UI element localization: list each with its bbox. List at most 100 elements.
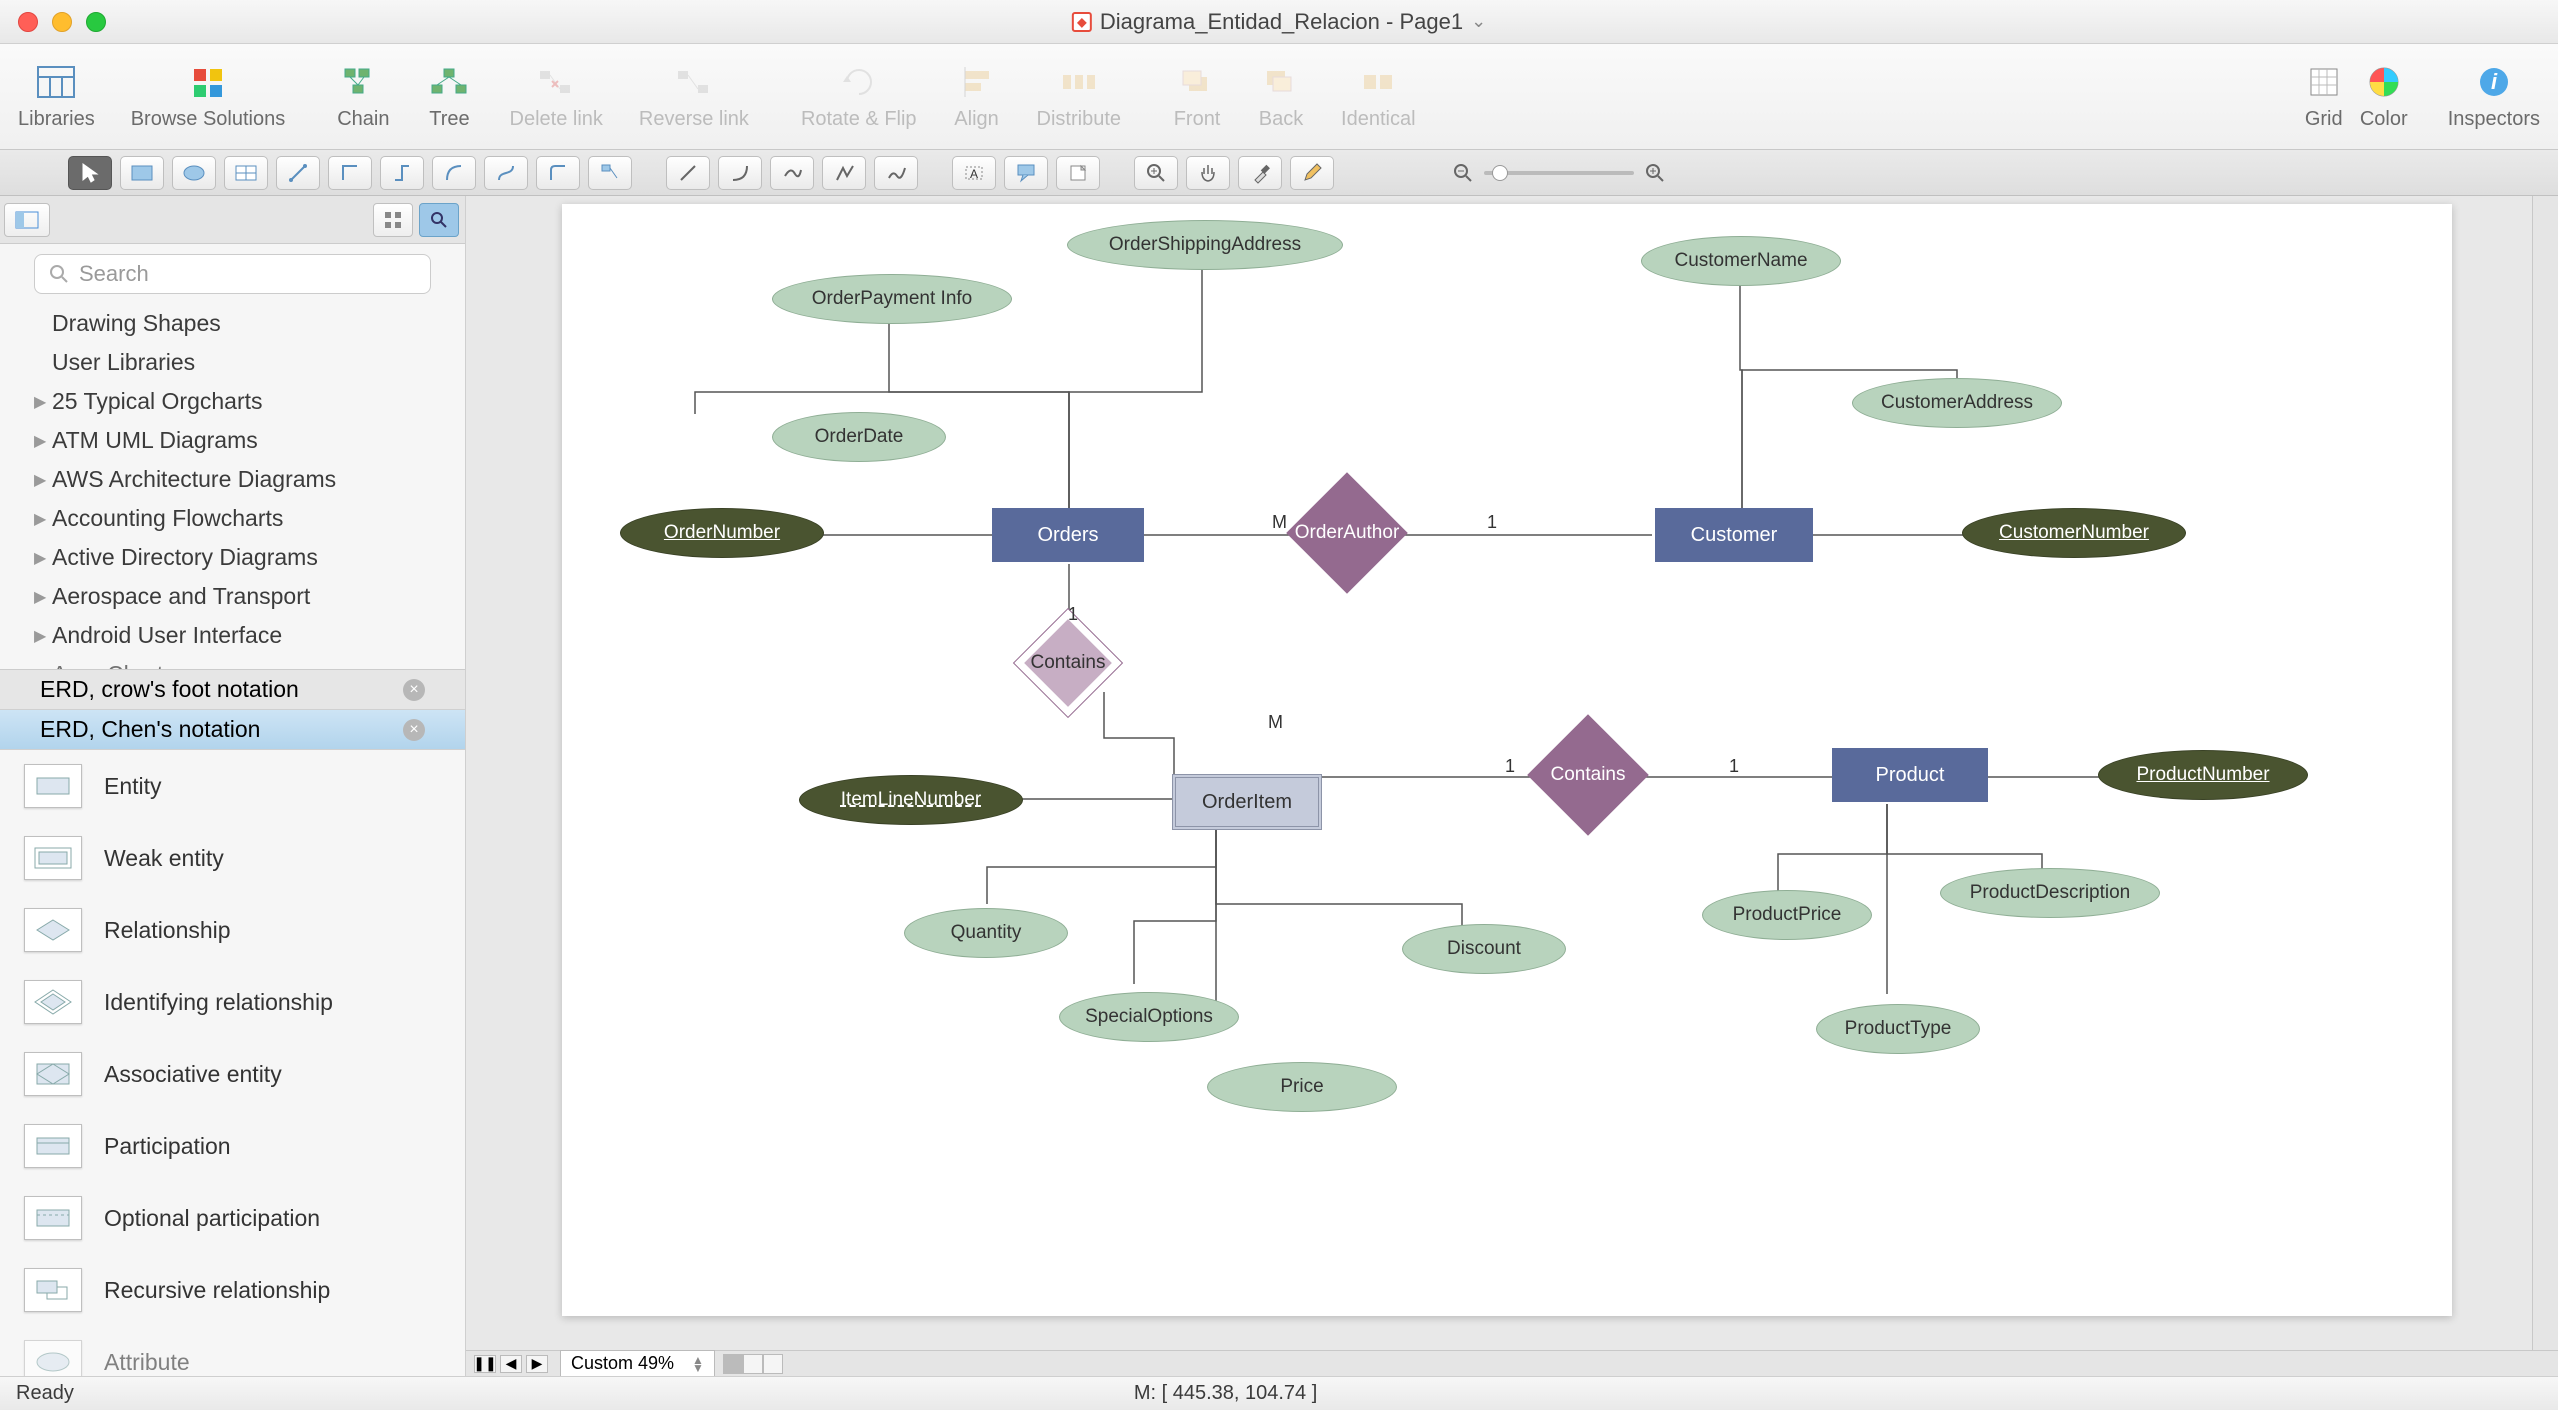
shape-optional-participation[interactable]: Optional participation xyxy=(0,1182,465,1254)
libraries-button[interactable]: Libraries xyxy=(12,62,101,131)
delete-link-button[interactable]: Delete link xyxy=(504,62,609,131)
chain-button[interactable]: Chain xyxy=(331,62,395,131)
shape-attribute[interactable]: Attribute xyxy=(0,1326,465,1376)
connector-direct-tool[interactable] xyxy=(276,156,320,190)
attr-orderdate[interactable]: OrderDate xyxy=(772,412,946,462)
zoom-track[interactable] xyxy=(1484,171,1634,175)
zoom-slider[interactable] xyxy=(1452,162,1666,184)
search-view-button[interactable] xyxy=(419,203,459,237)
browse-solutions-button[interactable]: Browse Solutions xyxy=(125,62,292,131)
close-window-button[interactable] xyxy=(18,12,38,32)
grid-button[interactable]: Grid xyxy=(2294,62,2354,131)
back-button[interactable]: Back xyxy=(1251,62,1311,131)
lib-item[interactable]: ▶AWS Architecture Diagrams xyxy=(0,460,465,499)
rect-tool[interactable] xyxy=(120,156,164,190)
shape-weak-entity[interactable]: Weak entity xyxy=(0,822,465,894)
shape-identifying-relationship[interactable]: Identifying relationship xyxy=(0,966,465,1038)
keyattr-productnumber[interactable]: ProductNumber xyxy=(2098,750,2308,800)
edit-tool[interactable] xyxy=(1290,156,1334,190)
lib-item[interactable]: Drawing Shapes xyxy=(0,304,465,343)
arc-tool[interactable] xyxy=(718,156,762,190)
attr-customeraddress[interactable]: CustomerAddress xyxy=(1852,378,2062,428)
attr-ordershipping[interactable]: OrderShippingAddress xyxy=(1067,220,1343,270)
lib-item[interactable]: User Libraries xyxy=(0,343,465,382)
shape-recursive[interactable]: Recursive relationship xyxy=(0,1254,465,1326)
attr-productprice[interactable]: ProductPrice xyxy=(1702,890,1872,940)
attr-productdesc[interactable]: ProductDescription xyxy=(1940,868,2160,918)
connector-s-tool[interactable] xyxy=(484,156,528,190)
attr-orderpayment[interactable]: OrderPayment Info xyxy=(772,274,1012,324)
color-button[interactable]: Color xyxy=(2354,62,2414,131)
freehand-tool[interactable] xyxy=(874,156,918,190)
zoom-in-tool[interactable] xyxy=(1134,156,1178,190)
line-tool[interactable] xyxy=(666,156,710,190)
keyattr-itemlinenumber[interactable]: ItemLineNumber xyxy=(799,775,1023,825)
lib-item[interactable]: ▶25 Typical Orgcharts xyxy=(0,382,465,421)
minimize-window-button[interactable] xyxy=(52,12,72,32)
canvas-page[interactable]: Orders Customer Product OrderItem OrderA… xyxy=(562,204,2452,1316)
page-tabs[interactable] xyxy=(723,1354,783,1374)
identical-button[interactable]: Identical xyxy=(1335,62,1422,131)
rotate-flip-button[interactable]: Rotate & Flip xyxy=(795,62,923,131)
close-icon[interactable]: × xyxy=(403,719,425,741)
connector-l-tool[interactable] xyxy=(328,156,372,190)
library-list[interactable]: Drawing Shapes User Libraries ▶25 Typica… xyxy=(0,304,465,670)
library-tab-chen[interactable]: ERD, Chen's notation× xyxy=(0,710,465,750)
search-input[interactable]: Search xyxy=(34,254,431,294)
lib-item[interactable]: ▶Active Directory Diagrams xyxy=(0,538,465,577)
attr-producttype[interactable]: ProductType xyxy=(1816,1004,1980,1054)
sidebar-toggle[interactable] xyxy=(4,203,50,237)
spline-tool[interactable] xyxy=(770,156,814,190)
shape-participation[interactable]: Participation xyxy=(0,1110,465,1182)
pan-tool[interactable] xyxy=(1186,156,1230,190)
grid-view-button[interactable] xyxy=(373,203,413,237)
table-tool[interactable] xyxy=(224,156,268,190)
library-tab-crow[interactable]: ERD, crow's foot notation× xyxy=(0,670,465,710)
attr-customername[interactable]: CustomerName xyxy=(1641,236,1841,286)
lib-item[interactable]: ▶Area Charts xyxy=(0,655,465,670)
entity-customer[interactable]: Customer xyxy=(1655,508,1813,562)
front-button[interactable]: Front xyxy=(1167,62,1227,131)
page-pause[interactable]: ❚❚ xyxy=(474,1355,496,1373)
entity-product[interactable]: Product xyxy=(1832,748,1988,802)
attr-price[interactable]: Price xyxy=(1207,1062,1397,1112)
text-tool[interactable]: A xyxy=(952,156,996,190)
keyattr-customernumber[interactable]: CustomerNumber xyxy=(1962,508,2186,558)
canvas-area[interactable]: Orders Customer Product OrderItem OrderA… xyxy=(466,196,2558,1376)
connector-z-tool[interactable] xyxy=(380,156,424,190)
lib-item[interactable]: ▶ATM UML Diagrams xyxy=(0,421,465,460)
zoom-out-icon[interactable] xyxy=(1452,162,1474,184)
polyline-tool[interactable] xyxy=(822,156,866,190)
shape-associative[interactable]: Associative entity xyxy=(0,1038,465,1110)
zoom-in-icon[interactable] xyxy=(1644,162,1666,184)
distribute-button[interactable]: Distribute xyxy=(1031,62,1127,131)
reverse-link-button[interactable]: Reverse link xyxy=(633,62,755,131)
tree-button[interactable]: Tree xyxy=(420,62,480,131)
ellipse-tool[interactable] xyxy=(172,156,216,190)
attr-discount[interactable]: Discount xyxy=(1402,924,1566,974)
shape-palette[interactable]: Entity Weak entity Relationship Identify… xyxy=(0,750,465,1376)
entity-orders[interactable]: Orders xyxy=(992,508,1144,562)
callout-tool[interactable] xyxy=(1004,156,1048,190)
attr-quantity[interactable]: Quantity xyxy=(904,908,1068,958)
select-tool[interactable] xyxy=(68,156,112,190)
eyedropper-tool[interactable] xyxy=(1238,156,1282,190)
ruler-vertical[interactable] xyxy=(2532,196,2558,1376)
close-icon[interactable]: × xyxy=(403,679,425,701)
zoom-window-button[interactable] xyxy=(86,12,106,32)
lib-item[interactable]: ▶Android User Interface xyxy=(0,616,465,655)
zoom-combo[interactable]: Custom 49%▲▼ xyxy=(560,1350,715,1376)
connector-detach-tool[interactable] xyxy=(588,156,632,190)
connector-curve-tool[interactable] xyxy=(432,156,476,190)
lib-item[interactable]: ▶Aerospace and Transport xyxy=(0,577,465,616)
page-prev[interactable]: ▶ xyxy=(526,1355,548,1373)
weak-entity-orderitem[interactable]: OrderItem xyxy=(1172,774,1322,830)
note-tool[interactable] xyxy=(1056,156,1100,190)
connector-round-tool[interactable] xyxy=(536,156,580,190)
shape-entity[interactable]: Entity xyxy=(0,750,465,822)
inspectors-button[interactable]: iInspectors xyxy=(2442,62,2546,131)
document-title[interactable]: ◆ Diagrama_Entidad_Relacion - Page1 ⌄ xyxy=(1072,9,1486,35)
align-button[interactable]: Align xyxy=(947,62,1007,131)
keyattr-ordernumber[interactable]: OrderNumber xyxy=(620,508,824,558)
page-first[interactable]: ◀ xyxy=(500,1355,522,1373)
